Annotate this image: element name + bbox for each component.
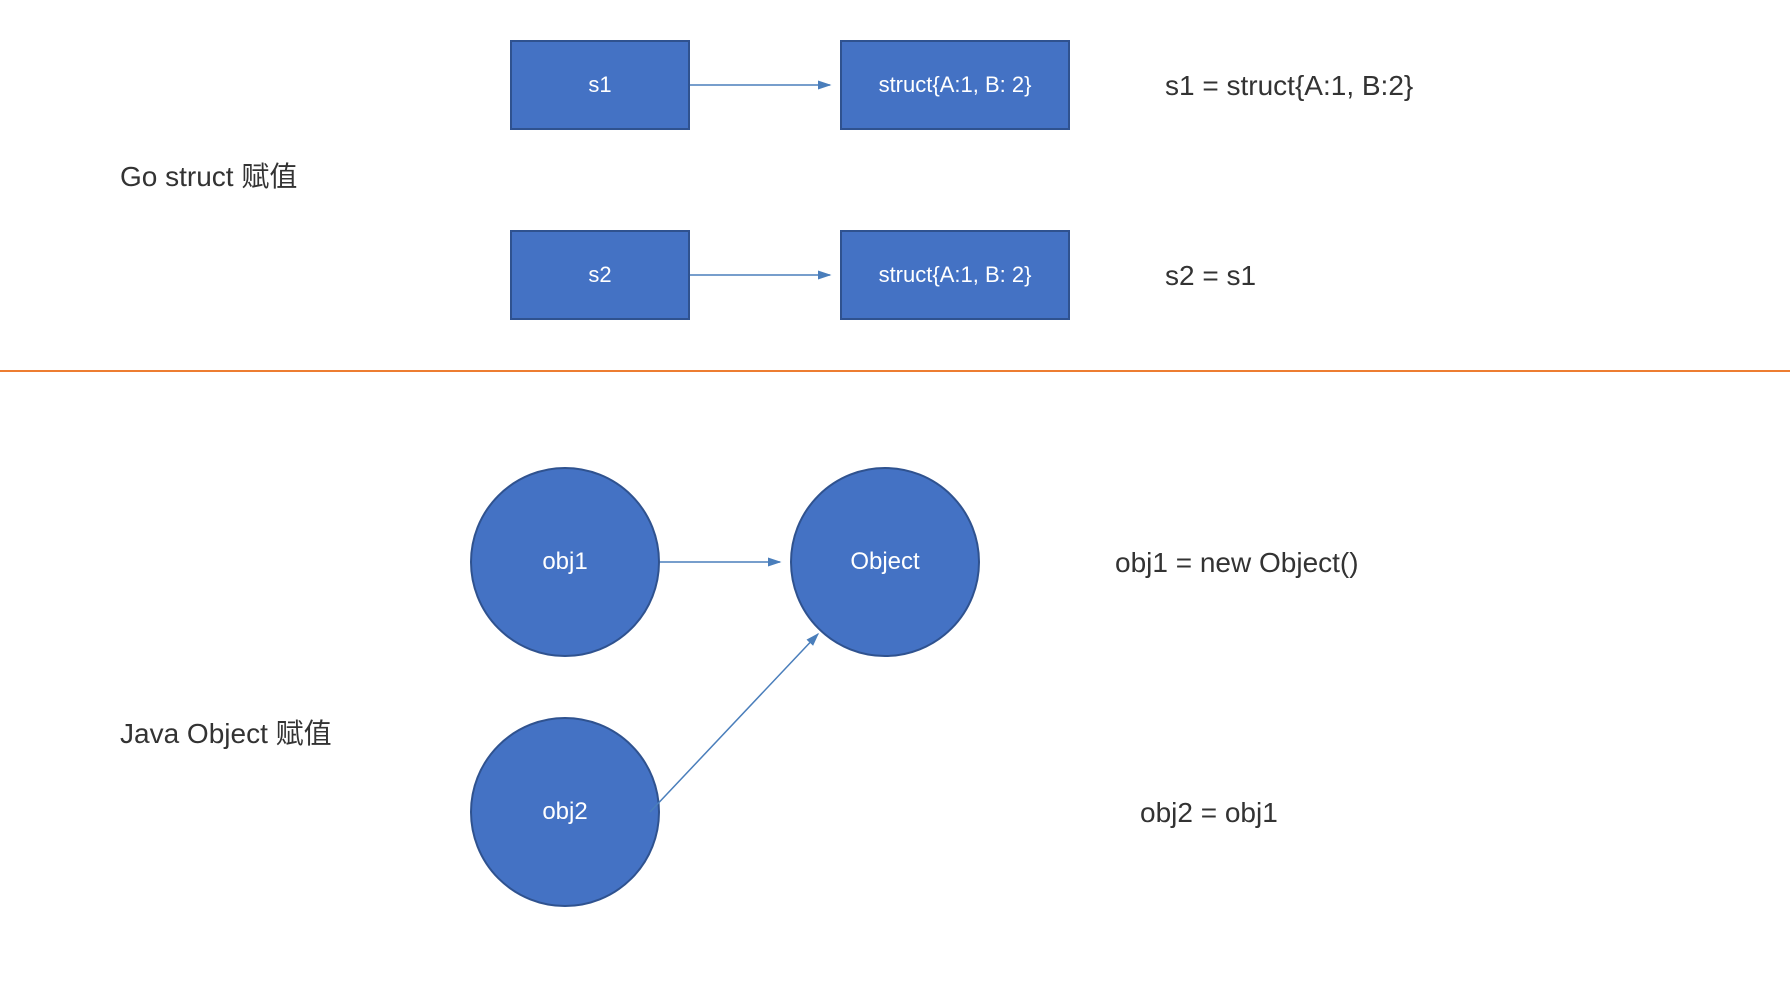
s2-struct-box: struct{A:1, B: 2}: [840, 230, 1070, 320]
obj2-circle: obj2: [470, 717, 660, 907]
obj2-code: obj2 = obj1: [1140, 797, 1278, 829]
s2-code: s2 = s1: [1165, 260, 1256, 292]
arrow-obj2: [650, 622, 850, 822]
object-label: Object: [850, 548, 919, 576]
s1-code: s1 = struct{A:1, B:2}: [1165, 70, 1413, 102]
arrow-obj1: [660, 552, 790, 572]
s1-struct-label: struct{A:1, B: 2}: [879, 72, 1032, 98]
obj1-code: obj1 = new Object(): [1115, 547, 1359, 579]
object-circle: Object: [790, 467, 980, 657]
s2-label: s2: [588, 262, 611, 288]
obj1-circle: obj1: [470, 467, 660, 657]
s2-box: s2: [510, 230, 690, 320]
java-object-title: Java Object 赋值: [120, 712, 332, 752]
s2-struct-label: struct{A:1, B: 2}: [879, 262, 1032, 288]
s1-struct-box: struct{A:1, B: 2}: [840, 40, 1070, 130]
s1-box: s1: [510, 40, 690, 130]
s1-label: s1: [588, 72, 611, 98]
arrow-s1: [690, 75, 840, 95]
obj1-label: obj1: [542, 548, 587, 576]
go-struct-section: Go struct 赋值 s1 struct{A:1, B: 2} s1 = s…: [0, 0, 1790, 370]
obj2-label: obj2: [542, 798, 587, 826]
java-object-section: Java Object 赋值 obj1 Object obj2 obj1 = n…: [0, 372, 1790, 992]
arrow-s2: [690, 265, 840, 285]
go-struct-title: Go struct 赋值: [120, 155, 297, 195]
